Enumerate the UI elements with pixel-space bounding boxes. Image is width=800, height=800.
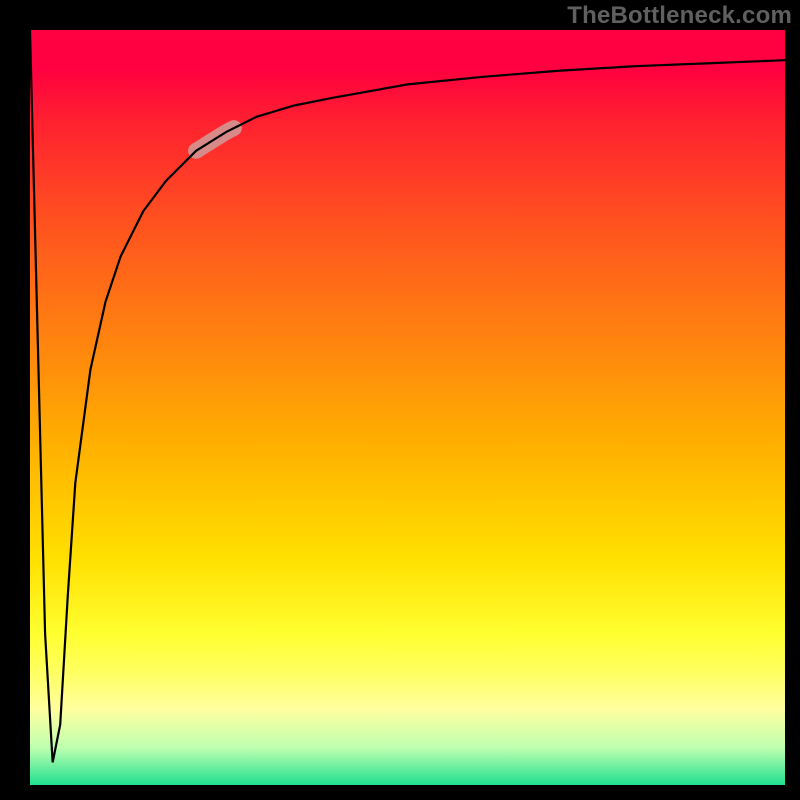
curve-svg bbox=[30, 30, 785, 785]
chart-frame: TheBottleneck.com bbox=[0, 0, 800, 800]
watermark-text: TheBottleneck.com bbox=[567, 2, 792, 30]
plot-area bbox=[30, 30, 785, 785]
bottleneck-curve bbox=[30, 30, 785, 762]
